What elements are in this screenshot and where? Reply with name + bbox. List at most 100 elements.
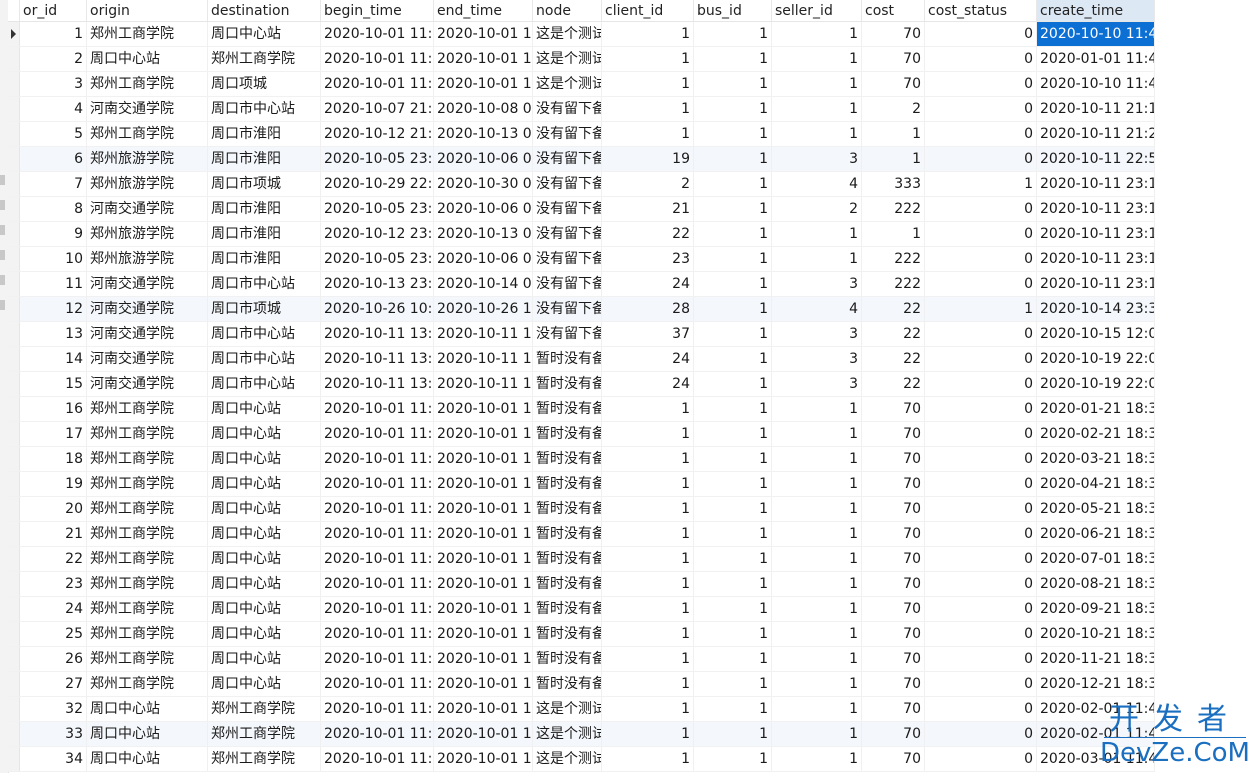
cell-cost[interactable]: 70: [862, 522, 925, 546]
table-row[interactable]: 21 郑州工商学院 周口中心站 2020-10-01 11: 2020-10-01 1暂…: [8, 522, 1155, 547]
cell-begin-time[interactable]: 2020-10-07 21:: [321, 97, 434, 121]
cell-end-time[interactable]: 2020-10-08 0: [434, 97, 533, 121]
cell-origin[interactable]: 郑州工商学院: [87, 422, 208, 446]
cell-create-time[interactable]: 2020-10-11 23:1: [1037, 197, 1155, 221]
cell-create-time[interactable]: 2020-10-11 21:2: [1037, 122, 1155, 146]
cell-origin[interactable]: 河南交通学院: [87, 322, 208, 346]
cell-or-id[interactable]: 2: [20, 47, 87, 71]
cell-origin[interactable]: 郑州工商学院: [87, 72, 208, 96]
cell-begin-time[interactable]: 2020-10-11 13:: [321, 347, 434, 371]
cell-seller-id[interactable]: 1: [772, 22, 862, 46]
cell-destination[interactable]: 郑州工商学院: [208, 47, 321, 71]
cell-destination[interactable]: 周口市淮阳: [208, 222, 321, 246]
cell-node[interactable]: 暂时没有备: [533, 597, 602, 621]
cell-cost-status[interactable]: 0: [925, 347, 1037, 371]
row-indicator[interactable]: [8, 597, 20, 621]
cell-seller-id[interactable]: 1: [772, 722, 862, 746]
cell-create-time[interactable]: 2020-01-01 11:4: [1037, 47, 1155, 71]
cell-create-time[interactable]: 2020-10-15 12:0: [1037, 322, 1155, 346]
column-header-bus-id[interactable]: bus_id: [694, 0, 772, 21]
cell-client-id[interactable]: 24: [602, 272, 694, 296]
table-row[interactable]: 20 郑州工商学院 周口中心站 2020-10-01 11: 2020-10-01 1暂…: [8, 497, 1155, 522]
cell-end-time[interactable]: 2020-10-01 1: [434, 597, 533, 621]
row-indicator[interactable]: [8, 197, 20, 221]
cell-or-id[interactable]: 16: [20, 397, 87, 421]
cell-begin-time[interactable]: 2020-10-01 11:: [321, 722, 434, 746]
cell-begin-time[interactable]: 2020-10-01 11:: [321, 522, 434, 546]
cell-destination[interactable]: 周口中心站: [208, 22, 321, 46]
cell-create-time[interactable]: 2020-12-21 18:3: [1037, 672, 1155, 696]
cell-end-time[interactable]: 2020-10-01 1: [434, 397, 533, 421]
cell-or-id[interactable]: 7: [20, 172, 87, 196]
cell-cost[interactable]: 70: [862, 422, 925, 446]
cell-bus-id[interactable]: 1: [694, 597, 772, 621]
table-row[interactable]: 14 河南交通学院 周口市中心站 2020-10-11 13: 2020-10-11 1…: [8, 347, 1155, 372]
cell-client-id[interactable]: 22: [602, 222, 694, 246]
cell-end-time[interactable]: 2020-10-13 0: [434, 222, 533, 246]
cell-cost[interactable]: 222: [862, 197, 925, 221]
cell-cost[interactable]: 22: [862, 297, 925, 321]
cell-bus-id[interactable]: 1: [694, 122, 772, 146]
cell-cost[interactable]: 70: [862, 72, 925, 96]
table-row[interactable]: 2 周口中心站 郑州工商学院 2020-10-01 11: 2020-10-01 1 这是…: [8, 47, 1155, 72]
cell-begin-time[interactable]: 2020-10-11 13:: [321, 322, 434, 346]
cell-end-time[interactable]: 2020-10-11 1: [434, 322, 533, 346]
cell-destination[interactable]: 郑州工商学院: [208, 697, 321, 721]
row-indicator[interactable]: [8, 422, 20, 446]
cell-or-id[interactable]: 12: [20, 297, 87, 321]
cell-seller-id[interactable]: 1: [772, 97, 862, 121]
cell-cost-status[interactable]: 0: [925, 22, 1037, 46]
cell-create-time[interactable]: 2020-01-21 18:3: [1037, 397, 1155, 421]
cell-seller-id[interactable]: 1: [772, 422, 862, 446]
cell-node[interactable]: 暂时没有备: [533, 547, 602, 571]
table-row[interactable]: 4 河南交通学院 周口市中心站 2020-10-07 21: 2020-10-08 0没…: [8, 97, 1155, 122]
cell-end-time[interactable]: 2020-10-01 1: [434, 447, 533, 471]
table-row[interactable]: 32 周口中心站 郑州工商学院 2020-10-01 11: 2020-10-01 1这…: [8, 697, 1155, 722]
cell-origin[interactable]: 郑州工商学院: [87, 472, 208, 496]
row-indicator[interactable]: [8, 622, 20, 646]
cell-end-time[interactable]: 2020-10-30 0: [434, 172, 533, 196]
cell-seller-id[interactable]: 3: [772, 347, 862, 371]
cell-destination[interactable]: 周口中心站: [208, 497, 321, 521]
cell-origin[interactable]: 郑州旅游学院: [87, 247, 208, 271]
cell-or-id[interactable]: 4: [20, 97, 87, 121]
cell-bus-id[interactable]: 1: [694, 197, 772, 221]
cell-origin[interactable]: 周口中心站: [87, 747, 208, 771]
cell-cost[interactable]: 70: [862, 722, 925, 746]
cell-seller-id[interactable]: 2: [772, 197, 862, 221]
cell-bus-id[interactable]: 1: [694, 247, 772, 271]
cell-cost-status[interactable]: 0: [925, 547, 1037, 571]
table-row[interactable]: 13 河南交通学院 周口市中心站 2020-10-11 13: 2020-10-11 1…: [8, 322, 1155, 347]
cell-create-time[interactable]: 2020-10-10 11:4: [1037, 72, 1155, 96]
cell-node[interactable]: 没有留下备: [533, 247, 602, 271]
cell-end-time[interactable]: 2020-10-01 1: [434, 472, 533, 496]
cell-origin[interactable]: 周口中心站: [87, 722, 208, 746]
cell-cost-status[interactable]: 0: [925, 572, 1037, 596]
cell-begin-time[interactable]: 2020-10-29 22:: [321, 172, 434, 196]
cell-create-time[interactable]: 2020-02-21 18:3: [1037, 422, 1155, 446]
cell-or-id[interactable]: 15: [20, 372, 87, 396]
cell-client-id[interactable]: 1: [602, 47, 694, 71]
cell-node[interactable]: 这是个测试: [533, 72, 602, 96]
cell-cost-status[interactable]: 0: [925, 47, 1037, 71]
cell-or-id[interactable]: 20: [20, 497, 87, 521]
cell-destination[interactable]: 周口市中心站: [208, 347, 321, 371]
cell-cost[interactable]: 222: [862, 272, 925, 296]
cell-create-time[interactable]: 2020-03-01 11:4: [1037, 747, 1155, 771]
row-indicator[interactable]: [8, 322, 20, 346]
row-indicator[interactable]: [8, 722, 20, 746]
cell-origin[interactable]: 河南交通学院: [87, 197, 208, 221]
cell-seller-id[interactable]: 1: [772, 697, 862, 721]
cell-bus-id[interactable]: 1: [694, 722, 772, 746]
cell-create-time[interactable]: 2020-04-21 18:3: [1037, 472, 1155, 496]
cell-node[interactable]: 没有留下备: [533, 297, 602, 321]
cell-begin-time[interactable]: 2020-10-01 11:: [321, 647, 434, 671]
cell-or-id[interactable]: 22: [20, 547, 87, 571]
row-indicator[interactable]: [8, 97, 20, 121]
table-row[interactable]: 12 河南交通学院 周口市项城 2020-10-26 10: 2020-10-26 1没…: [8, 297, 1155, 322]
cell-bus-id[interactable]: 1: [694, 647, 772, 671]
row-indicator[interactable]: [8, 222, 20, 246]
cell-client-id[interactable]: 24: [602, 347, 694, 371]
cell-cost[interactable]: 1: [862, 222, 925, 246]
cell-seller-id[interactable]: 1: [772, 222, 862, 246]
